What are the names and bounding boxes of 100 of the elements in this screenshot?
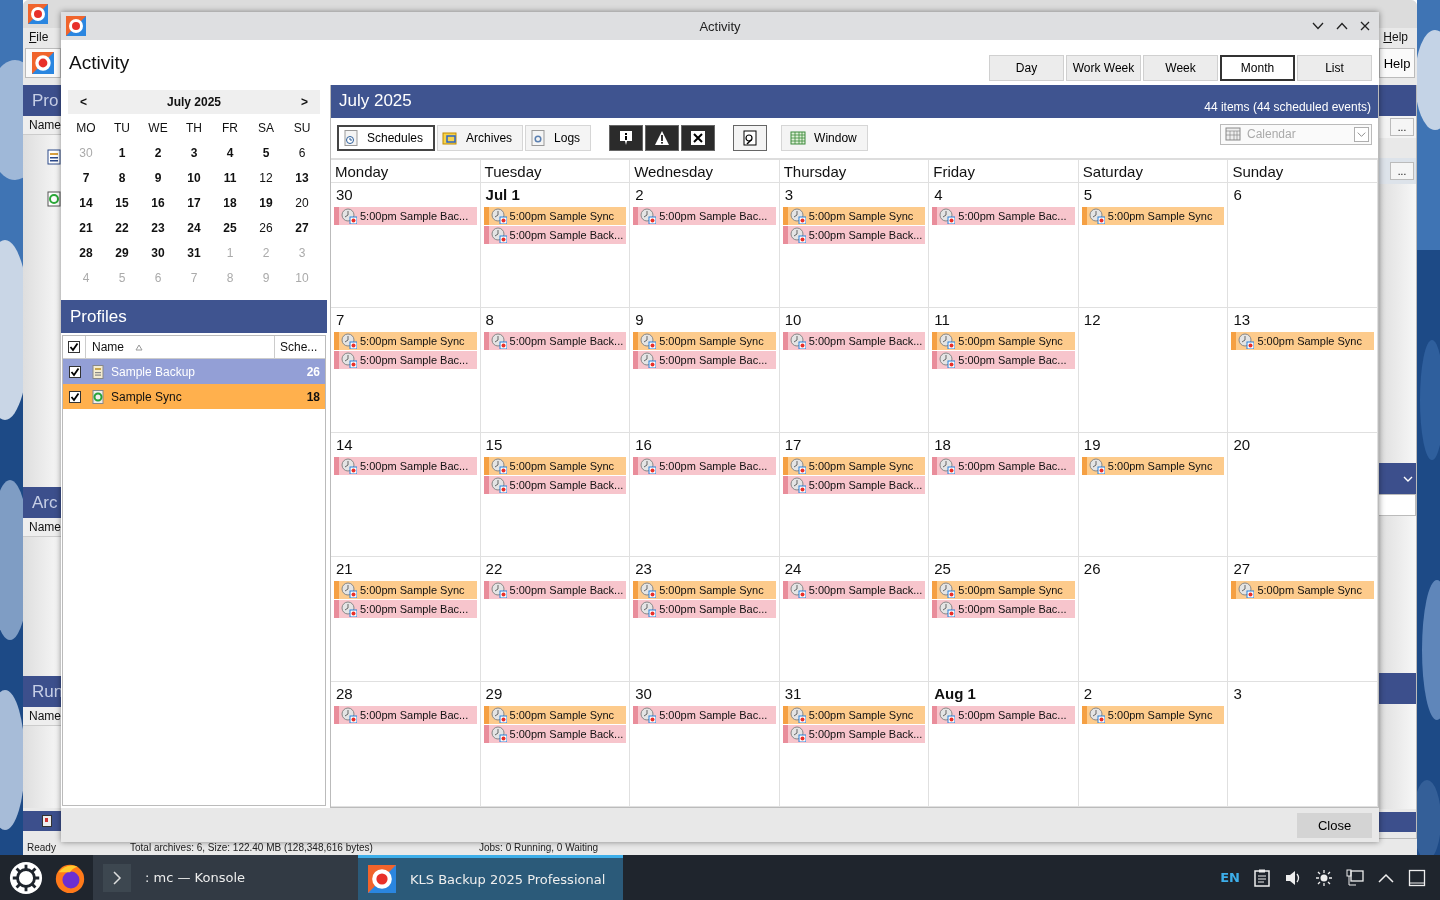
calendar-event[interactable]: 5:00pm Sample Back...: [483, 331, 627, 350]
file-menu[interactable]: File: [29, 30, 49, 44]
calendar-event[interactable]: 5:00pm Sample Sync: [633, 581, 776, 600]
calendar-event[interactable]: 5:00pm Sample Sync: [932, 581, 1075, 600]
calendar-event[interactable]: 5:00pm Sample Bac...: [633, 350, 776, 369]
calendar-event[interactable]: 5:00pm Sample Back...: [782, 725, 926, 744]
calendar-day[interactable]: 26: [248, 215, 284, 240]
maximize-icon[interactable]: [1336, 22, 1348, 30]
view-button[interactable]: Work Week: [1066, 54, 1141, 81]
calendar-event[interactable]: 5:00pm Sample Back...: [782, 581, 926, 600]
calendar-event[interactable]: 5:00pm Sample Sync: [1231, 581, 1374, 600]
calendar-day[interactable]: 30: [140, 240, 176, 265]
calendar-event[interactable]: 5:00pm Sample Sync: [1081, 207, 1225, 225]
calendar-event[interactable]: 5:00pm Sample Bac...: [932, 456, 1075, 475]
help-menu[interactable]: Help: [1383, 30, 1408, 44]
calendar-event[interactable]: 5:00pm Sample Bac...: [633, 600, 776, 619]
calendar-day[interactable]: 10: [176, 165, 212, 190]
calendar-event[interactable]: 5:00pm Sample Sync: [633, 331, 776, 350]
calendar-event[interactable]: 5:00pm Sample Sync: [483, 706, 627, 725]
calendar-event[interactable]: 5:00pm Sample Back...: [782, 475, 926, 494]
calendar-day[interactable]: 5: [248, 140, 284, 165]
calendar-event[interactable]: 5:00pm Sample Sync: [782, 207, 926, 225]
speaker-icon[interactable]: [1284, 868, 1302, 887]
minimize-icon[interactable]: [1312, 22, 1324, 30]
calendar-day[interactable]: 4: [212, 140, 248, 165]
window-button[interactable]: Window: [781, 125, 868, 151]
browse-button[interactable]: ...: [1390, 118, 1414, 136]
calendar-event[interactable]: 5:00pm Sample Sync: [782, 456, 926, 475]
calendar-event[interactable]: 5:00pm Sample Back...: [483, 725, 627, 744]
calendar-day[interactable]: 23: [140, 215, 176, 240]
calendar-event[interactable]: 5:00pm Sample Bac...: [932, 706, 1075, 725]
show-desktop-icon[interactable]: [1408, 868, 1426, 887]
calendar-event[interactable]: 5:00pm Sample Sync: [334, 581, 477, 600]
calendar-day[interactable]: 20: [284, 190, 320, 215]
calendar-event[interactable]: 5:00pm Sample Sync: [1231, 331, 1374, 350]
calendar-day[interactable]: 12: [248, 165, 284, 190]
view-button[interactable]: Day: [989, 54, 1064, 81]
tab[interactable]: Logs: [525, 125, 592, 151]
close-icon[interactable]: [1360, 21, 1370, 31]
calendar-day[interactable]: 25: [212, 215, 248, 240]
calendar-day[interactable]: 31: [176, 240, 212, 265]
next-month-button[interactable]: >: [300, 95, 308, 109]
calendar-event[interactable]: 5:00pm Sample Bac...: [334, 706, 477, 725]
previous-month-button[interactable]: <: [80, 95, 87, 109]
view-button[interactable]: List: [1297, 54, 1372, 81]
calendar-event[interactable]: 5:00pm Sample Sync: [1081, 706, 1225, 725]
calendar-event[interactable]: 5:00pm Sample Sync: [782, 706, 926, 725]
clipboard-icon[interactable]: [1253, 868, 1271, 887]
calendar-day[interactable]: 15: [104, 190, 140, 215]
checkbox[interactable]: [68, 341, 80, 353]
column-header[interactable]: Name: [23, 707, 61, 726]
calendar-event[interactable]: 5:00pm Sample Sync: [483, 207, 627, 225]
calendar-day[interactable]: 11: [212, 165, 248, 190]
calendar-day[interactable]: 24: [176, 215, 212, 240]
column-header[interactable]: Name: [23, 116, 61, 135]
error-filter-button[interactable]: [681, 125, 716, 151]
calendar-day[interactable]: 1: [104, 140, 140, 165]
calendar-event[interactable]: 5:00pm Sample Bac...: [633, 207, 776, 225]
calendar-event[interactable]: 5:00pm Sample Bac...: [932, 207, 1075, 225]
calendar-event[interactable]: 5:00pm Sample Sync: [1081, 456, 1225, 475]
browse-button[interactable]: ...: [1390, 162, 1414, 180]
calendar-event[interactable]: 5:00pm Sample Sync: [334, 331, 477, 350]
view-button[interactable]: Month: [1220, 54, 1295, 81]
warning-filter-button[interactable]: [645, 125, 680, 151]
calendar-event[interactable]: 5:00pm Sample Sync: [932, 331, 1075, 350]
view-button[interactable]: Week: [1143, 54, 1218, 81]
calendar-event[interactable]: 5:00pm Sample Bac...: [334, 456, 477, 475]
input-field[interactable]: [1378, 494, 1416, 516]
calendar-event[interactable]: 5:00pm Sample Bac...: [334, 350, 477, 369]
calendar-event[interactable]: 5:00pm Sample Bac...: [334, 207, 477, 225]
checkbox[interactable]: [68, 390, 81, 403]
calendar-event[interactable]: 5:00pm Sample Bac...: [633, 706, 776, 725]
calendar-event[interactable]: 5:00pm Sample Back...: [483, 226, 627, 244]
calendar-day[interactable]: 28: [68, 240, 104, 265]
info-filter-button[interactable]: [609, 125, 644, 151]
calendar-event[interactable]: 5:00pm Sample Back...: [483, 581, 627, 600]
gear-icon[interactable]: [9, 860, 43, 895]
calendar-day[interactable]: 2: [140, 140, 176, 165]
help-button[interactable]: Help: [1379, 48, 1415, 78]
close-button[interactable]: Close: [1297, 812, 1372, 838]
task-button[interactable]: : mc — Konsole: [93, 855, 358, 900]
calendar-day[interactable]: 9: [140, 165, 176, 190]
tab[interactable]: Archives: [437, 125, 524, 151]
calendar-event[interactable]: 5:00pm Sample Sync: [483, 456, 627, 475]
calendar-day[interactable]: 29: [104, 240, 140, 265]
calendar-event[interactable]: 5:00pm Sample Bac...: [334, 600, 477, 619]
app-logo-button[interactable]: [25, 48, 61, 78]
calendar-day[interactable]: 6: [284, 140, 320, 165]
calendar-event[interactable]: 5:00pm Sample Back...: [782, 331, 926, 350]
network-icon[interactable]: [1346, 868, 1364, 887]
checkbox[interactable]: [68, 365, 81, 378]
calendar-event[interactable]: 5:00pm Sample Bac...: [932, 600, 1075, 619]
calendar-day[interactable]: 27: [284, 215, 320, 240]
calendar-event[interactable]: 5:00pm Sample Bac...: [633, 456, 776, 475]
column-header[interactable]: Name: [23, 518, 61, 537]
tab[interactable]: Schedules: [337, 125, 436, 151]
calendar-day[interactable]: 22: [104, 215, 140, 240]
calendar-day[interactable]: 18: [212, 190, 248, 215]
brightness-icon[interactable]: [1315, 868, 1333, 887]
calendar-day[interactable]: 17: [176, 190, 212, 215]
